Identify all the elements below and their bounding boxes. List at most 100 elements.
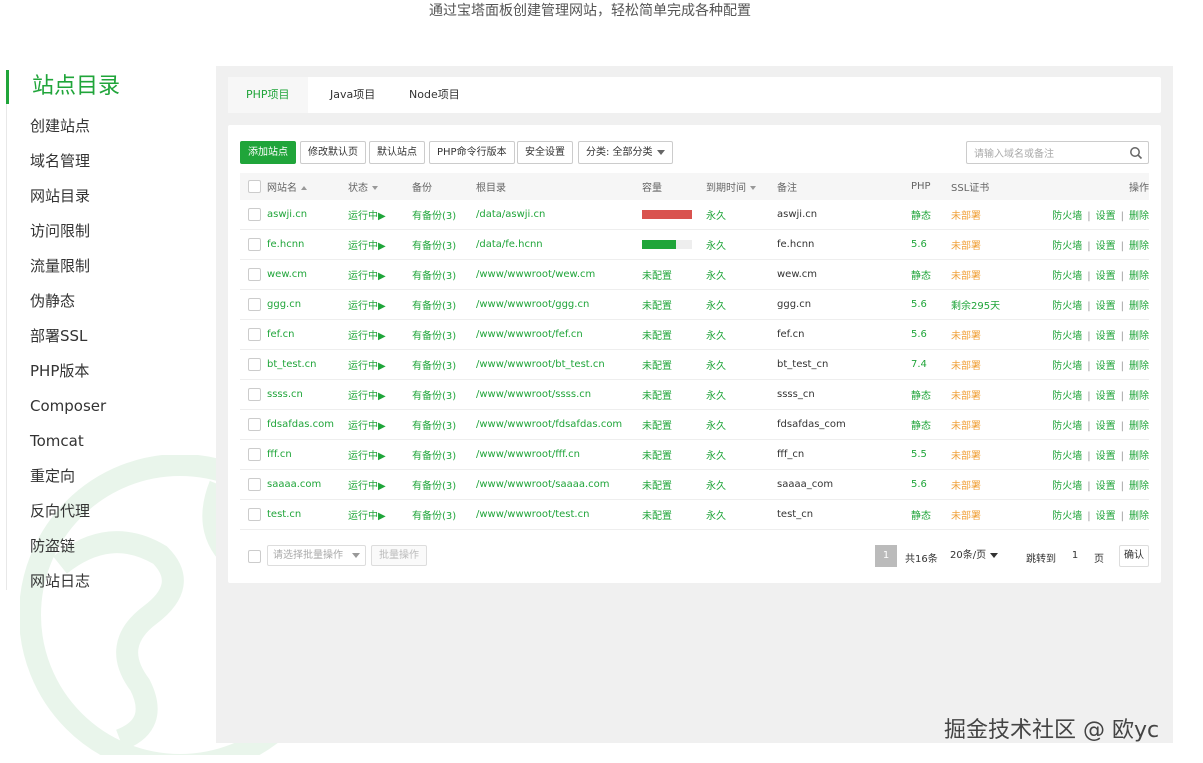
site-note[interactable]: test_cn: [777, 509, 813, 520]
site-ssl[interactable]: 剩余295天: [951, 301, 1000, 312]
sidebar-item-create-site[interactable]: 创建站点: [30, 115, 90, 137]
site-name-link[interactable]: ggg.cn: [267, 299, 301, 310]
site-status[interactable]: 运行中▶: [348, 481, 386, 492]
row-checkbox[interactable]: [248, 418, 261, 431]
site-root-dir[interactable]: /www/wwwroot/fff.cn: [476, 449, 580, 460]
site-root-dir[interactable]: /www/wwwroot/saaaa.com: [476, 479, 610, 490]
row-checkbox[interactable]: [248, 388, 261, 401]
row-checkbox[interactable]: [248, 328, 261, 341]
site-name-link[interactable]: fef.cn: [267, 329, 294, 340]
site-note[interactable]: ssss_cn: [777, 389, 815, 400]
site-name-link[interactable]: fe.hcnn: [267, 239, 304, 250]
site-expire[interactable]: 永久: [706, 301, 726, 312]
site-expire[interactable]: 永久: [706, 331, 726, 342]
site-php-version[interactable]: 5.5: [911, 449, 927, 460]
firewall-link[interactable]: 防火墙: [1052, 481, 1082, 492]
row-select[interactable]: [240, 290, 267, 320]
batch-operation-button[interactable]: 批量操作: [371, 545, 427, 566]
delete-link[interactable]: 删除: [1129, 331, 1149, 342]
header-expire[interactable]: 到期时间: [706, 173, 777, 200]
site-php-version[interactable]: 5.6: [911, 479, 927, 490]
header-site-name[interactable]: 网站名: [267, 173, 348, 200]
site-php-version[interactable]: 静态: [911, 271, 931, 282]
sidebar-item-rewrite[interactable]: 伪静态: [30, 290, 75, 312]
settings-link[interactable]: 设置: [1096, 361, 1116, 372]
batch-operation-select[interactable]: 请选择批量操作: [267, 545, 366, 566]
site-expire[interactable]: 永久: [706, 421, 726, 432]
row-select[interactable]: [240, 260, 267, 290]
per-page-select[interactable]: 20条/页: [950, 545, 1014, 567]
firewall-link[interactable]: 防火墙: [1052, 211, 1082, 222]
row-checkbox[interactable]: [248, 208, 261, 221]
site-note[interactable]: saaaa_com: [777, 479, 833, 490]
settings-link[interactable]: 设置: [1096, 511, 1116, 522]
site-backup[interactable]: 有备份(3): [412, 331, 456, 342]
site-backup[interactable]: 有备份(3): [412, 451, 456, 462]
firewall-link[interactable]: 防火墙: [1052, 361, 1082, 372]
site-backup[interactable]: 有备份(3): [412, 421, 456, 432]
site-ssl[interactable]: 未部署: [951, 361, 981, 372]
site-ssl[interactable]: 未部署: [951, 451, 981, 462]
site-note[interactable]: fff_cn: [777, 449, 804, 460]
row-select[interactable]: [240, 350, 267, 380]
site-name-link[interactable]: fff.cn: [267, 449, 292, 460]
delete-link[interactable]: 删除: [1129, 361, 1149, 372]
add-site-button[interactable]: 添加站点: [240, 141, 296, 164]
firewall-link[interactable]: 防火墙: [1052, 511, 1082, 522]
site-php-version[interactable]: 静态: [911, 391, 931, 402]
delete-link[interactable]: 删除: [1129, 391, 1149, 402]
site-php-version[interactable]: 7.4: [911, 359, 927, 370]
site-status[interactable]: 运行中▶: [348, 511, 386, 522]
security-settings-button[interactable]: 安全设置: [517, 141, 573, 164]
delete-link[interactable]: 删除: [1129, 511, 1149, 522]
site-name-link[interactable]: ssss.cn: [267, 389, 303, 400]
site-php-version[interactable]: 5.6: [911, 329, 927, 340]
site-php-version[interactable]: 静态: [911, 511, 931, 522]
firewall-link[interactable]: 防火墙: [1052, 391, 1082, 402]
settings-link[interactable]: 设置: [1096, 331, 1116, 342]
settings-link[interactable]: 设置: [1096, 451, 1116, 462]
site-note[interactable]: fdsafdas_com: [777, 419, 846, 430]
site-ssl[interactable]: 未部署: [951, 391, 981, 402]
site-note[interactable]: wew.cm: [777, 269, 817, 280]
firewall-link[interactable]: 防火墙: [1052, 451, 1082, 462]
settings-link[interactable]: 设置: [1096, 391, 1116, 402]
firewall-link[interactable]: 防火墙: [1052, 331, 1082, 342]
site-root-dir[interactable]: /www/wwwroot/bt_test.cn: [476, 359, 605, 370]
row-select[interactable]: [240, 440, 267, 470]
site-status[interactable]: 运行中▶: [348, 451, 386, 462]
site-expire[interactable]: 永久: [706, 211, 726, 222]
jump-page-input[interactable]: 1: [1063, 545, 1087, 567]
row-checkbox[interactable]: [248, 268, 261, 281]
default-site-button[interactable]: 默认站点: [369, 141, 425, 164]
site-backup[interactable]: 有备份(3): [412, 301, 456, 312]
site-name-link[interactable]: saaaa.com: [267, 479, 321, 490]
site-expire[interactable]: 永久: [706, 391, 726, 402]
site-php-version[interactable]: 5.6: [911, 239, 927, 250]
sidebar-item-ssl[interactable]: 部署SSL: [30, 325, 87, 347]
site-status[interactable]: 运行中▶: [348, 391, 386, 402]
site-ssl[interactable]: 未部署: [951, 421, 981, 432]
category-select[interactable]: 分类: 全部分类: [578, 141, 673, 164]
firewall-link[interactable]: 防火墙: [1052, 271, 1082, 282]
jump-confirm-button[interactable]: 确认: [1119, 545, 1149, 567]
settings-link[interactable]: 设置: [1096, 481, 1116, 492]
row-checkbox[interactable]: [248, 358, 261, 371]
row-checkbox[interactable]: [248, 478, 261, 491]
search-icon[interactable]: [1129, 146, 1143, 160]
site-backup[interactable]: 有备份(3): [412, 241, 456, 252]
select-all-checkbox[interactable]: [248, 180, 261, 193]
site-ssl[interactable]: 未部署: [951, 481, 981, 492]
site-ssl[interactable]: 未部署: [951, 241, 981, 252]
site-php-version[interactable]: 静态: [911, 421, 931, 432]
site-status[interactable]: 运行中▶: [348, 211, 386, 222]
site-backup[interactable]: 有备份(3): [412, 271, 456, 282]
site-name-link[interactable]: test.cn: [267, 509, 301, 520]
delete-link[interactable]: 删除: [1129, 451, 1149, 462]
site-root-dir[interactable]: /www/wwwroot/test.cn: [476, 509, 589, 520]
site-ssl[interactable]: 未部署: [951, 211, 981, 222]
sidebar-item-composer[interactable]: Composer: [30, 395, 106, 417]
site-backup[interactable]: 有备份(3): [412, 511, 456, 522]
header-status[interactable]: 状态: [348, 173, 412, 200]
delete-link[interactable]: 删除: [1129, 241, 1149, 252]
